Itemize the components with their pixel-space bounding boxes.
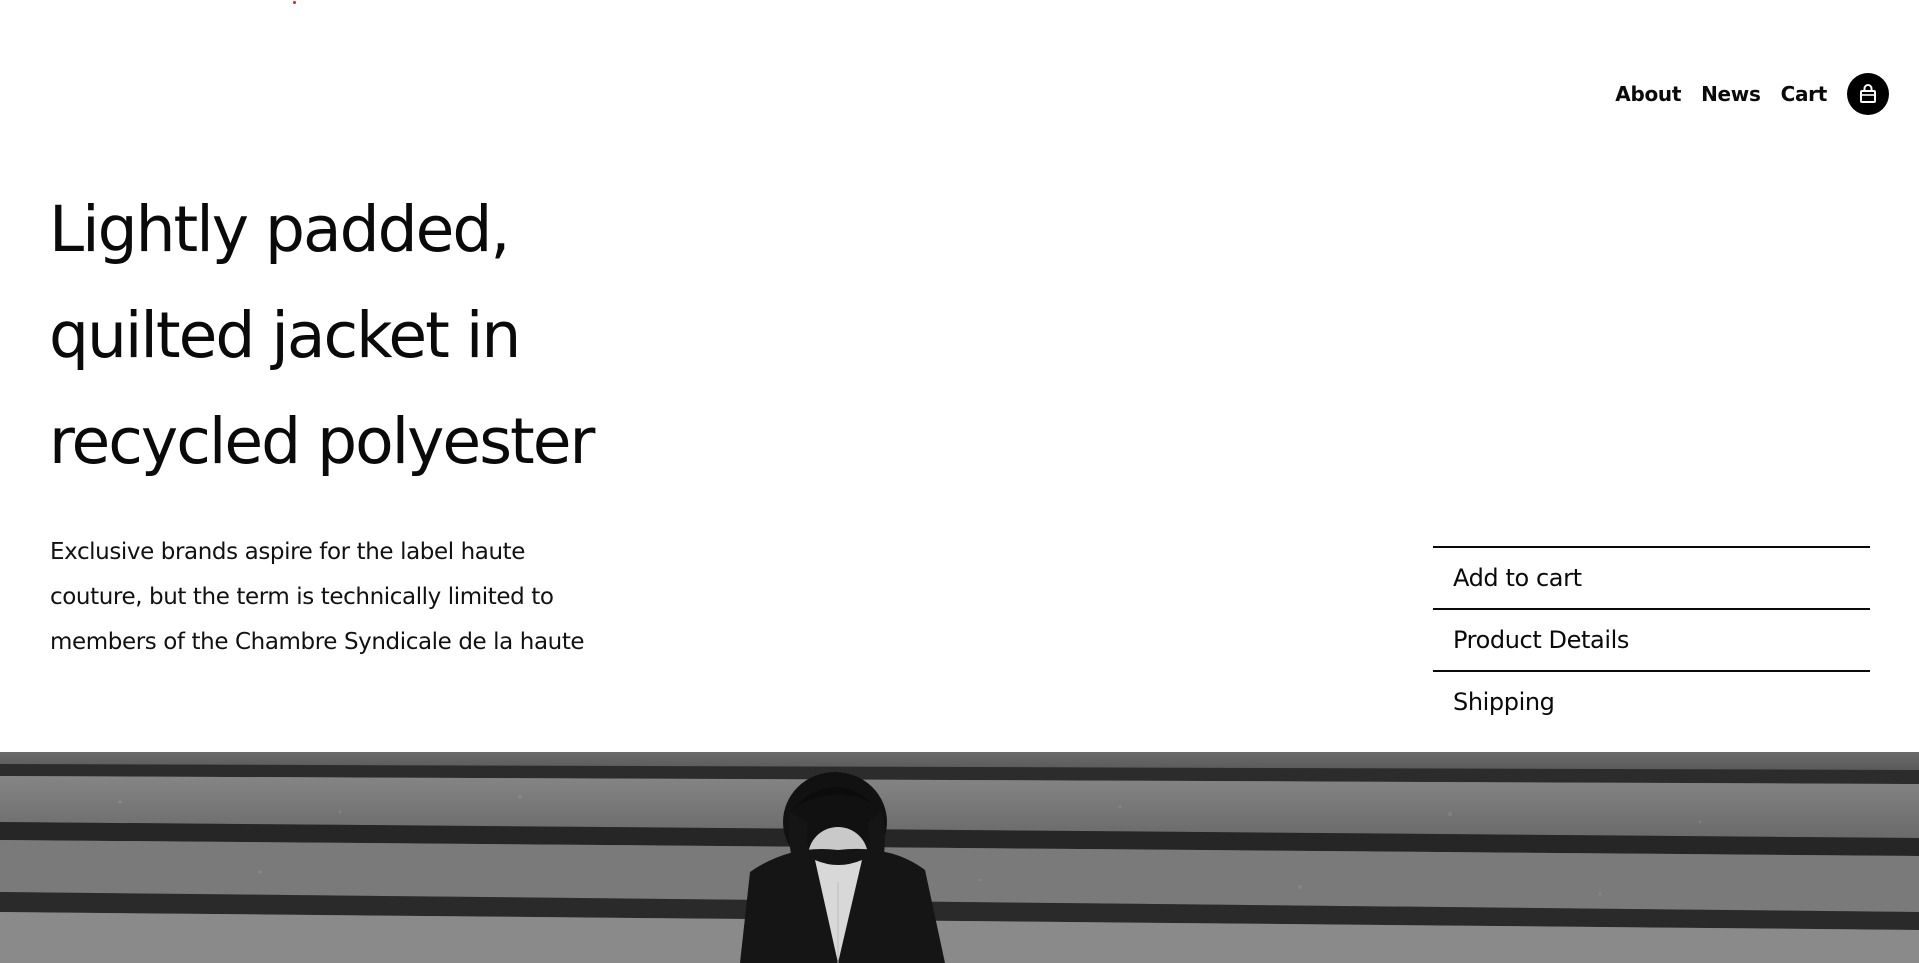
add-to-cart-button[interactable]: Add to cart (1433, 546, 1870, 608)
product-description: Exclusive brands aspire for the label ha… (50, 530, 690, 665)
product-title-line: recycled polyester (49, 405, 595, 478)
product-description-line: couture, but the term is technically lim… (50, 584, 554, 610)
nav-cart-link[interactable]: Cart (1781, 72, 1828, 116)
cart-button[interactable] (1847, 73, 1889, 115)
hero-photo (0, 752, 1919, 963)
accent-dot (293, 1, 296, 4)
shopping-bag-icon (1860, 84, 1876, 103)
product-description-line: members of the Chambre Syndicale de la h… (50, 629, 585, 655)
product-title-line: quilted jacket in (49, 299, 521, 372)
product-description-line: Exclusive brands aspire for the label ha… (50, 539, 526, 565)
product-actions: Add to cart Product Details Shipping (1433, 546, 1870, 732)
product-page: About News Cart Lightly padded, quilted … (0, 0, 1919, 963)
product-details-toggle[interactable]: Product Details (1433, 608, 1870, 670)
product-title: Lightly padded, quilted jacket in recycl… (49, 177, 769, 495)
shipping-toggle[interactable]: Shipping (1433, 670, 1870, 732)
hero-image (0, 752, 1919, 963)
top-navigation: About News Cart (1615, 72, 1889, 116)
nav-about-link[interactable]: About (1615, 72, 1681, 116)
product-title-line: Lightly padded, (49, 193, 510, 266)
nav-news-link[interactable]: News (1701, 72, 1761, 116)
